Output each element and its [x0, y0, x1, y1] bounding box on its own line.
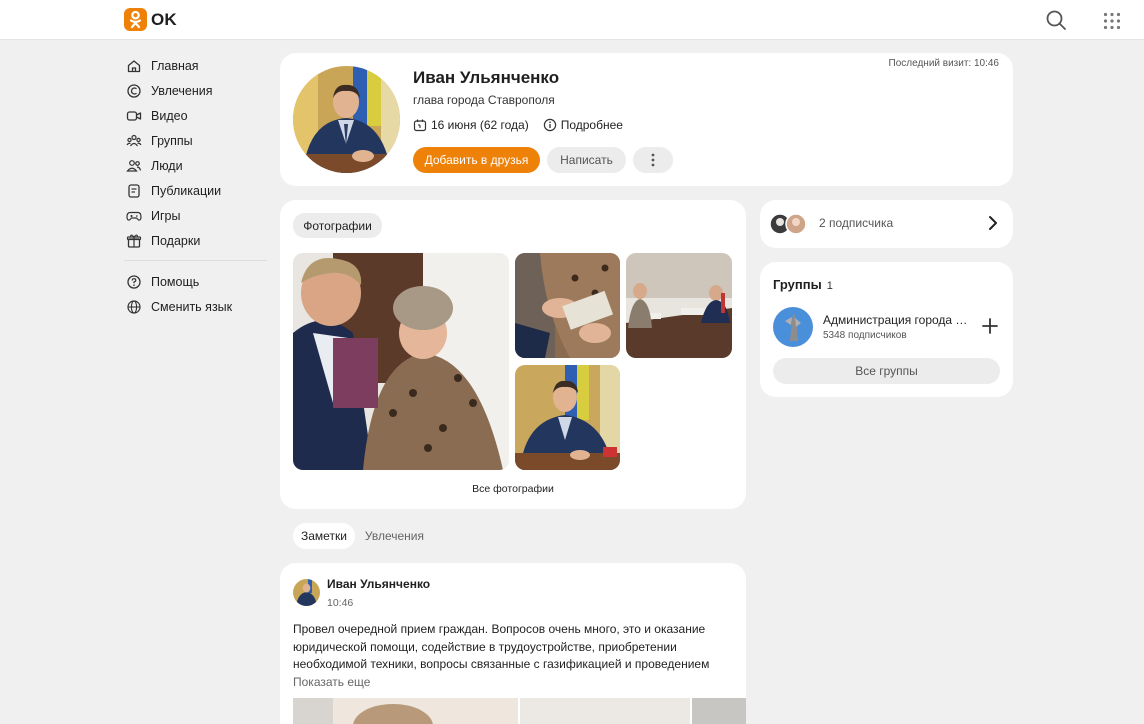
sidebar-item-label: Люди: [151, 158, 183, 173]
home-icon: [127, 59, 141, 72]
subscribers-count: 2 подписчика: [819, 216, 894, 230]
sidebar-item-label: Сменить язык: [151, 299, 233, 314]
all-photos-link[interactable]: Все фотографии: [280, 483, 746, 495]
groups-count: 1: [826, 280, 833, 292]
profile-birthday: 16 июня (62 года): [431, 118, 529, 132]
subscribers-card[interactable]: 2 подписчика: [760, 200, 1013, 248]
sidebar-item-gifts[interactable]: Подарки: [124, 228, 270, 253]
sidebar-item-help[interactable]: Помощь: [124, 269, 270, 294]
sidebar-item-games[interactable]: Игры: [124, 203, 270, 228]
profile-actions: Добавить в друзья Написать: [413, 147, 673, 173]
ok-logo[interactable]: OK: [124, 8, 177, 31]
all-groups-button[interactable]: Все группы: [773, 358, 1000, 384]
top-bar: OK: [0, 0, 1144, 40]
hobby-icon: [127, 83, 141, 98]
profile-more-link[interactable]: Подробнее: [543, 118, 623, 132]
sidebar-item-home[interactable]: Главная: [124, 53, 270, 78]
groups-title: Группы 1: [773, 277, 833, 292]
sidebar-item-label: Публикации: [151, 183, 222, 198]
post-card: Иван Ульянченко 10:46 Провел очередной п…: [280, 563, 746, 724]
photo-thumbnail[interactable]: [515, 365, 620, 470]
search-icon[interactable]: [1045, 9, 1067, 31]
sidebar-item-label: Видео: [151, 108, 188, 123]
ok-logo-icon: [124, 8, 147, 31]
group-subscribers: 5348 подписчиков: [823, 330, 907, 341]
more-actions-button[interactable]: [633, 147, 673, 173]
tab-notes[interactable]: Заметки: [293, 523, 355, 549]
sidebar: Главная Увлечения Видео Группы Люди Публ…: [124, 53, 270, 319]
video-icon: [126, 110, 142, 121]
photo-thumbnail[interactable]: [293, 253, 509, 470]
sidebar-item-label: Игры: [151, 208, 181, 223]
last-visit: Последний визит: 10:46: [888, 58, 999, 69]
sidebar-item-label: Подарки: [151, 233, 201, 248]
birthday-icon: [413, 119, 427, 132]
info-icon: [543, 118, 556, 132]
gift-icon: [126, 234, 142, 248]
sidebar-item-label: Группы: [151, 133, 193, 148]
sidebar-item-people[interactable]: Люди: [124, 153, 270, 178]
profile-more-label: Подробнее: [560, 118, 623, 132]
groups-card: Группы1 Администрация города Ставрополя …: [760, 262, 1013, 397]
post-time: 10:46: [327, 597, 354, 609]
photo-thumbnail[interactable]: [626, 253, 732, 358]
tab-hobbies[interactable]: Увлечения: [357, 523, 432, 549]
sidebar-item-label: Увлечения: [151, 83, 213, 98]
photo-thumbnail[interactable]: [515, 253, 620, 358]
profile-title: глава города Ставрополя: [413, 93, 555, 107]
sidebar-item-label: Помощь: [151, 274, 200, 289]
post-text: Провел очередной прием граждан. Вопросов…: [293, 622, 710, 671]
sidebar-item-groups[interactable]: Группы: [124, 128, 270, 153]
post-media[interactable]: [293, 698, 746, 724]
more-vertical-icon: [651, 153, 655, 167]
sidebar-item-video[interactable]: Видео: [124, 103, 270, 128]
chevron-right-icon: [989, 216, 997, 230]
sidebar-item-label: Главная: [151, 58, 199, 73]
write-message-button[interactable]: Написать: [547, 147, 626, 173]
add-friend-button[interactable]: Добавить в друзья: [413, 147, 540, 173]
sidebar-item-language[interactable]: Сменить язык: [124, 294, 270, 319]
logo-text: OK: [151, 9, 177, 29]
publications-icon: [128, 183, 140, 198]
post-author-avatar[interactable]: [293, 579, 320, 606]
photos-chip[interactable]: Фотографии: [293, 213, 382, 238]
gamepad-icon: [126, 211, 142, 221]
profile-meta: 16 июня (62 года) Подробнее: [413, 118, 623, 132]
profile-avatar[interactable]: [293, 66, 400, 173]
profile-name: Иван Ульянченко: [413, 68, 560, 87]
globe-icon: [127, 299, 141, 314]
content-tabs: Заметки Увлечения: [293, 523, 432, 549]
profile-card: Иван Ульянченко глава города Ставрополя …: [280, 53, 1013, 186]
groups-title-label: Группы: [773, 277, 822, 292]
groups-icon: [126, 134, 142, 146]
sidebar-divider: [124, 260, 267, 261]
sidebar-item-publications[interactable]: Публикации: [124, 178, 270, 203]
photos-card: Фотографии Все фотографии: [280, 200, 746, 509]
group-avatar[interactable]: [773, 307, 813, 347]
show-more-link[interactable]: Показать еще: [293, 675, 370, 689]
people-icon: [126, 159, 142, 172]
sidebar-item-hobbies[interactable]: Увлечения: [124, 78, 270, 103]
group-name[interactable]: Администрация города Ставрополя: [823, 313, 971, 327]
post-author-name[interactable]: Иван Ульянченко: [327, 577, 430, 591]
grid-icon[interactable]: [1103, 12, 1121, 30]
help-icon: [127, 274, 141, 289]
subscriber-avatars: [769, 213, 809, 235]
plus-icon[interactable]: [981, 317, 999, 335]
